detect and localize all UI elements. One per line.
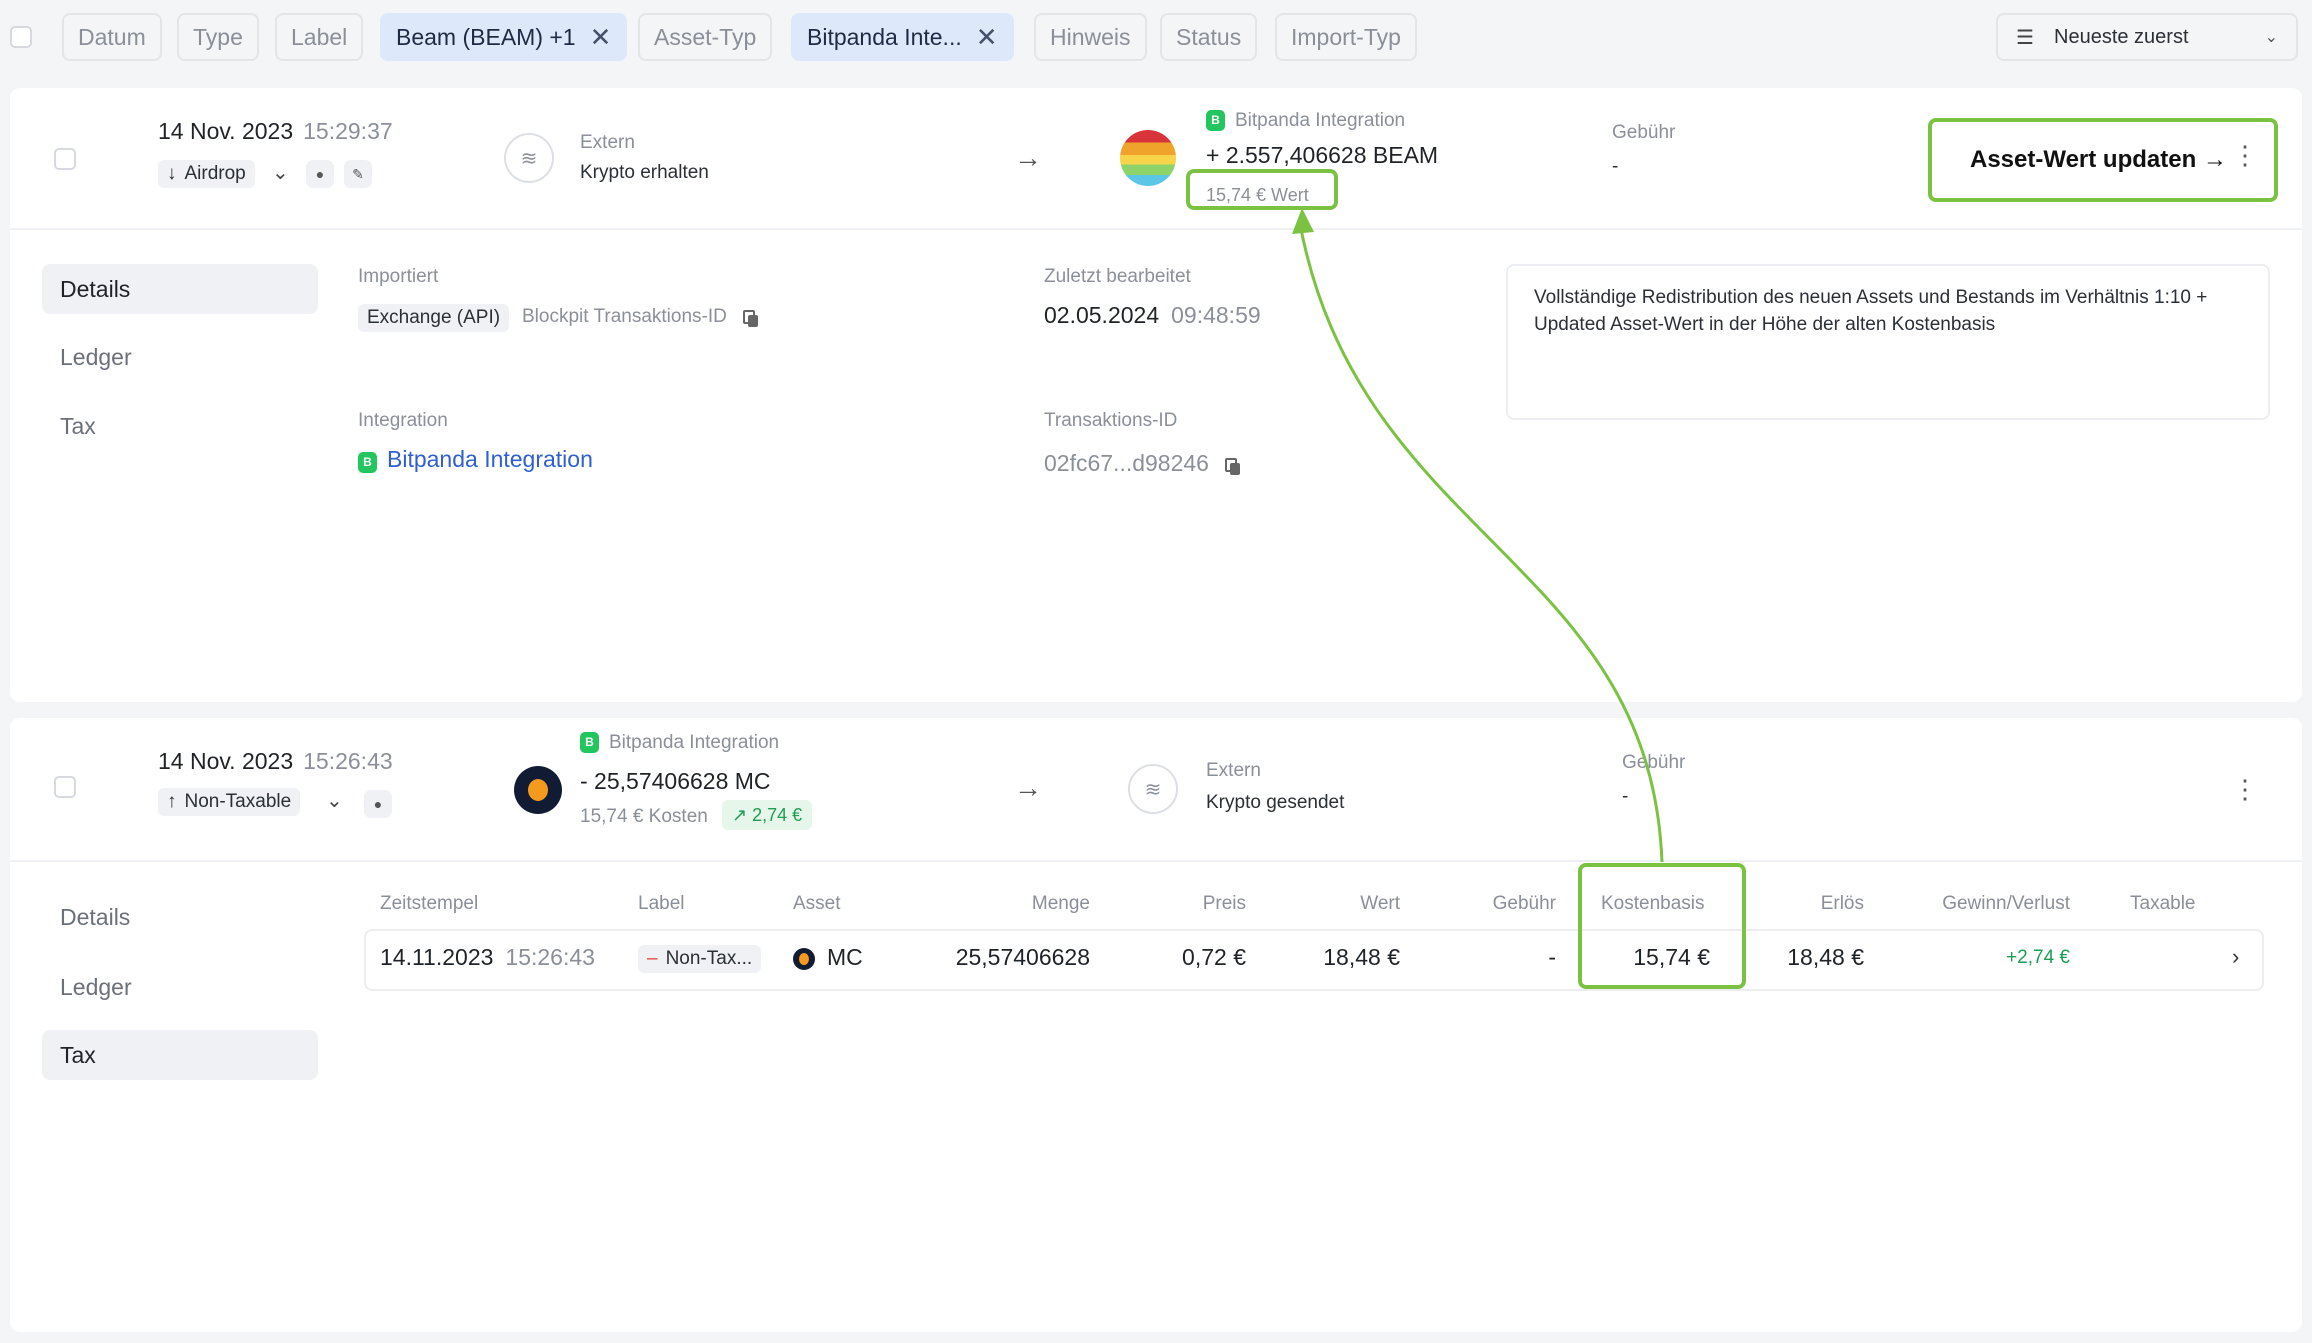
annotation-arrow (1292, 208, 1664, 863)
